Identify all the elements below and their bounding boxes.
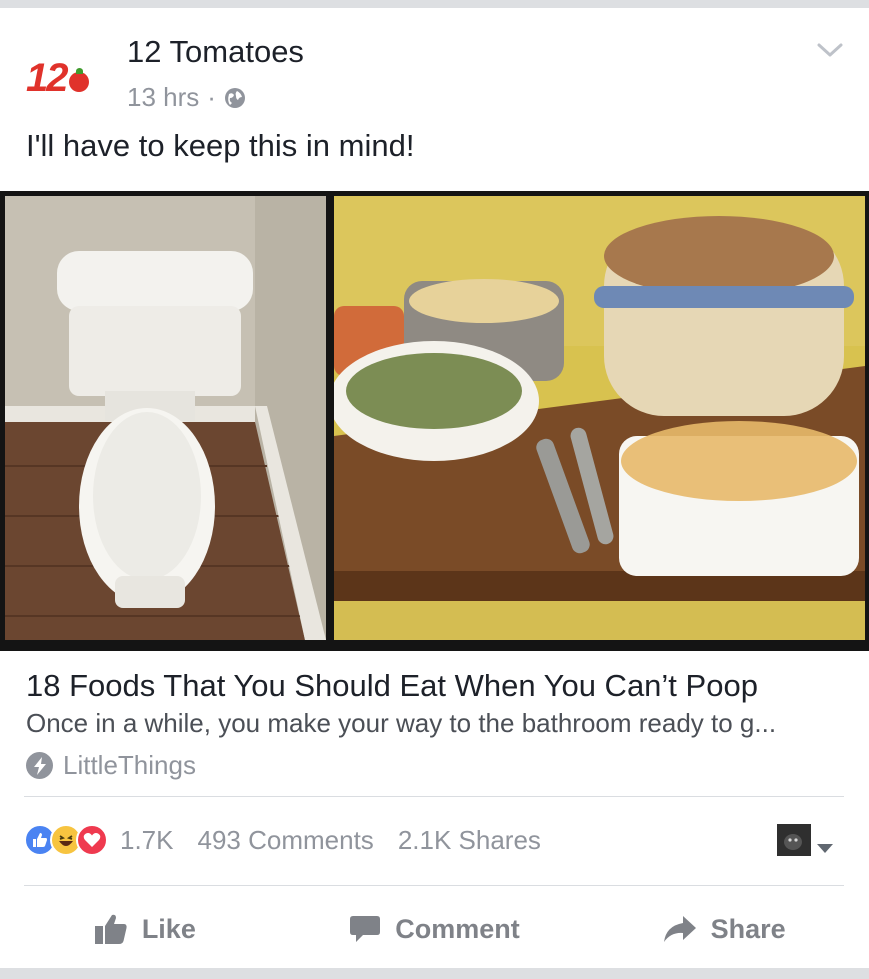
share-label: Share — [710, 913, 786, 944]
comments-count[interactable]: 493 Comments — [198, 825, 374, 856]
lightning-bolt-icon — [26, 752, 53, 779]
comment-label: Comment — [395, 913, 520, 944]
thumbs-up-icon — [94, 914, 127, 944]
post-meta: 13 hrs · — [127, 82, 246, 113]
like-button[interactable]: Like — [0, 904, 290, 954]
action-bar: Like Comment Share — [0, 904, 869, 954]
love-reaction-icon — [76, 824, 108, 856]
shares-count[interactable]: 2.1K Shares — [398, 825, 541, 856]
chevron-down-icon[interactable] — [815, 38, 845, 62]
link-source: LittleThings — [26, 750, 196, 781]
tomato-icon — [68, 68, 89, 92]
reactions-bar[interactable]: 1.7K 493 Comments 2.1K Shares — [24, 824, 541, 856]
comment-button[interactable]: Comment — [290, 904, 580, 954]
globe-icon — [224, 87, 245, 108]
link-description: Once in a while, you make your way to th… — [26, 708, 777, 738]
post-message: I'll have to keep this in mind! — [26, 128, 415, 163]
potluck-table-photo — [334, 196, 865, 640]
link-title[interactable]: 18 Foods That You Should Eat When You Ca… — [26, 668, 758, 704]
divider — [24, 796, 844, 797]
reactions-count[interactable]: 1.7K — [120, 825, 174, 856]
post-timestamp[interactable]: 13 hrs — [127, 82, 199, 113]
avatar-logo-text: 12 — [26, 55, 68, 100]
page-name-link[interactable]: 12 Tomatoes — [127, 34, 304, 70]
toilet-photo — [5, 196, 326, 640]
share-arrow-icon — [663, 916, 696, 942]
comment-icon — [350, 916, 381, 942]
link-preview-image[interactable] — [0, 191, 869, 651]
share-button[interactable]: Share — [579, 904, 869, 954]
link-source-name: LittleThings — [63, 750, 196, 780]
meta-separator: · — [207, 82, 216, 112]
page-avatar[interactable]: 12 — [26, 50, 110, 106]
caret-down-icon[interactable] — [817, 844, 833, 853]
divider — [24, 885, 844, 886]
post-card: 12 12 Tomatoes 13 hrs · I'll have to kee… — [0, 8, 869, 968]
post-header: 12 12 Tomatoes 13 hrs · — [0, 8, 869, 118]
feed-separator — [0, 968, 869, 979]
viewer-avatar[interactable] — [777, 824, 811, 856]
like-label: Like — [141, 913, 196, 944]
